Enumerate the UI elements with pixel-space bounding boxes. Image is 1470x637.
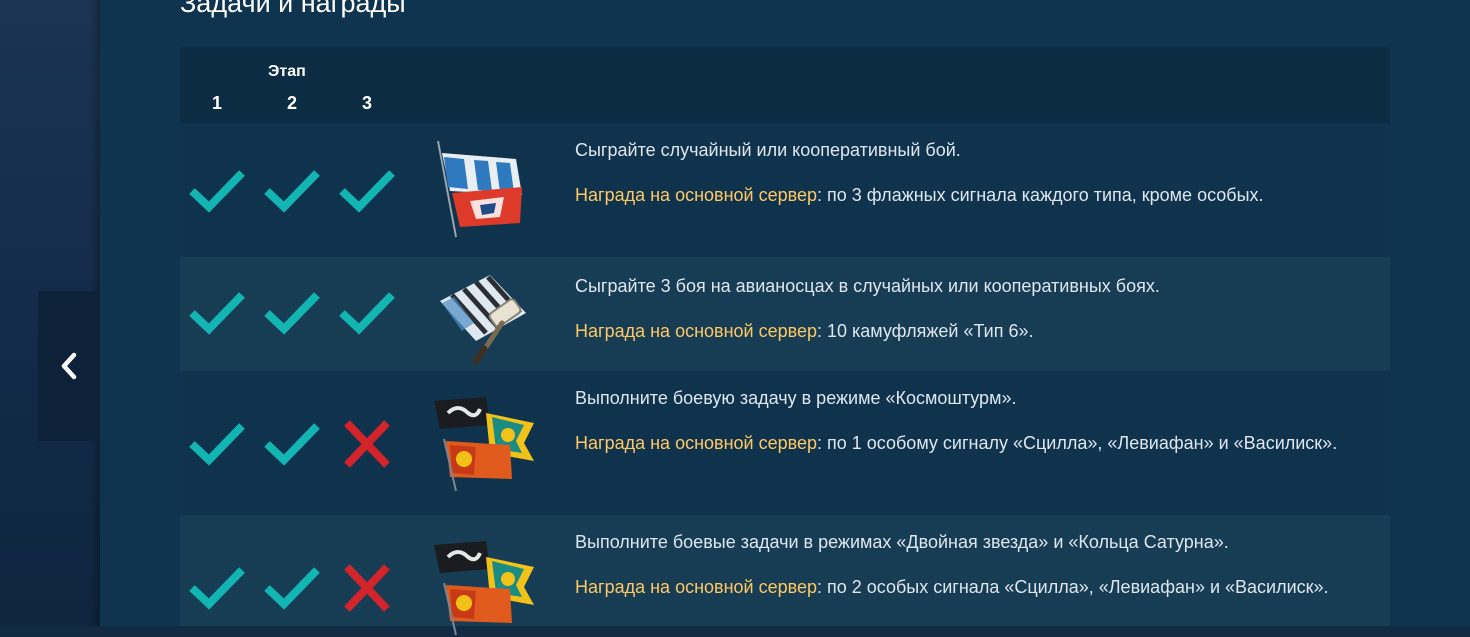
reward-text: : 10 камуфляжей «Тип 6». xyxy=(817,321,1034,341)
stage-number-1: 1 xyxy=(211,93,222,113)
check-icon xyxy=(339,292,395,335)
task-text: Сыграйте 3 боя на авианосцах в случайных… xyxy=(575,276,1160,296)
task-description: Выполните боевые задачи в режимах «Двойн… xyxy=(575,527,1365,602)
check-icon xyxy=(189,170,245,213)
special-signals-icon xyxy=(434,397,534,492)
table-row: Выполните боевые задачи в режимах «Двойн… xyxy=(180,515,1390,636)
task-text: Сыграйте случайный или кооперативный бой… xyxy=(575,140,961,160)
section-title: Задачи и награды xyxy=(180,0,406,18)
reward-label: Награда на основной сервер xyxy=(575,577,817,597)
reward-line: Награда на основной сервер: по 3 флажных… xyxy=(575,180,1365,210)
tasks-table: Этап 1 2 3 Сыграйте случайный или коопер… xyxy=(180,47,1390,636)
task-description: Выполните боевую задачу в режиме «Космош… xyxy=(575,383,1365,458)
reward-text: : по 3 флажных сигнала каждого типа, кро… xyxy=(817,185,1264,205)
reward-line: Награда на основной сервер: по 1 особому… xyxy=(575,428,1365,458)
table-row: Сыграйте случайный или кооперативный бой… xyxy=(180,123,1390,257)
reward-text: : по 1 особому сигналу «Сцилла», «Левиаф… xyxy=(817,433,1338,453)
check-icon xyxy=(189,567,245,610)
table-header: Этап 1 2 3 xyxy=(180,47,1390,123)
cross-icon xyxy=(344,564,390,612)
reward-line: Награда на основной сервер: по 2 особых … xyxy=(575,572,1365,602)
signal-flags-icon xyxy=(437,140,522,238)
task-description: Сыграйте 3 боя на авианосцах в случайных… xyxy=(575,271,1365,346)
previous-slide-button[interactable] xyxy=(38,291,100,441)
reward-label: Награда на основной сервер xyxy=(575,185,817,205)
check-icon xyxy=(264,423,320,466)
task-text: Выполните боевую задачу в режиме «Космош… xyxy=(575,388,1017,408)
stage-header: Этап xyxy=(268,63,306,80)
table-row: Выполните боевую задачу в режиме «Космош… xyxy=(180,371,1390,515)
reward-text: : по 2 особых сигнала «Сцилла», «Левиафа… xyxy=(817,577,1329,597)
stage-number-3: 3 xyxy=(361,93,372,113)
check-icon xyxy=(189,292,245,335)
cross-icon xyxy=(344,420,390,468)
check-icon xyxy=(339,170,395,213)
camouflage-roller-icon xyxy=(440,275,526,365)
check-icon xyxy=(189,423,245,466)
check-icon xyxy=(264,170,320,213)
check-icon xyxy=(264,567,320,610)
table-row: Сыграйте 3 боя на авианосцах в случайных… xyxy=(180,257,1390,371)
reward-line: Награда на основной сервер: 10 камуфляже… xyxy=(575,316,1365,346)
chevron-left-icon xyxy=(61,352,77,380)
special-signals-icon xyxy=(434,541,534,636)
task-description: Сыграйте случайный или кооперативный бой… xyxy=(575,135,1365,210)
check-icon xyxy=(264,292,320,335)
stage-number-2: 2 xyxy=(286,93,297,113)
reward-label: Награда на основной сервер xyxy=(575,433,817,453)
reward-label: Награда на основной сервер xyxy=(575,321,817,341)
task-text: Выполните боевые задачи в режимах «Двойн… xyxy=(575,532,1229,552)
